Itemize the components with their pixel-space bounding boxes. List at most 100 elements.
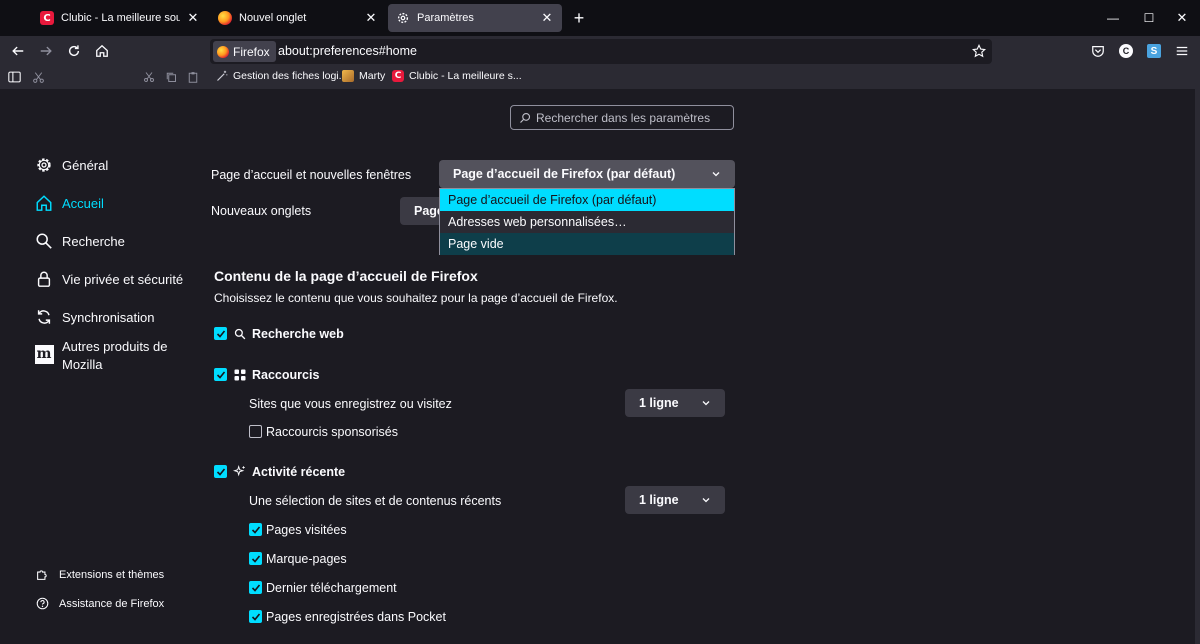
check-icon (216, 329, 225, 338)
reload-button[interactable] (64, 41, 84, 61)
last-download-checkbox[interactable] (249, 581, 262, 594)
extension-button[interactable]: C (1116, 41, 1136, 61)
identity-label: Firefox (233, 44, 270, 59)
sync-icon (34, 307, 54, 327)
tab-clubic[interactable]: C Clubic - La meilleure source d'in ✕ (32, 4, 208, 32)
check-icon (251, 612, 260, 621)
home-icon (34, 193, 54, 213)
sidebar-toggle-button[interactable] (6, 68, 22, 86)
recent-activity-checkbox[interactable] (214, 465, 227, 478)
home-button[interactable] (92, 41, 112, 61)
star-icon[interactable] (972, 44, 986, 58)
clubic-icon: C (40, 11, 54, 25)
bookmarks-checkbox[interactable] (249, 552, 262, 565)
wand-icon (217, 70, 228, 81)
shortcuts-checkbox[interactable] (214, 368, 227, 381)
sidebar-item-home[interactable]: Accueil (34, 193, 104, 213)
close-icon[interactable]: ✕ (364, 10, 378, 25)
lock-icon (34, 269, 54, 289)
settings-search-input[interactable]: Rechercher dans les paramètres (510, 105, 734, 130)
shortcuts-rows-select[interactable]: 1 ligne (625, 389, 725, 417)
url-bar[interactable]: Firefox about:preferences#home (210, 39, 992, 64)
extension-s-button[interactable]: S (1144, 41, 1164, 61)
sponsored-shortcuts-label: Raccourcis sponsorisés (266, 425, 398, 439)
pocket-pages-checkbox[interactable] (249, 610, 262, 623)
last-download-label: Dernier téléchargement (266, 581, 397, 595)
visited-pages-checkbox[interactable] (249, 523, 262, 536)
tab-label: Nouvel onglet (239, 12, 307, 24)
sidebar-item-mozilla-products[interactable]: m Autres produits de Mozilla (34, 338, 168, 374)
section-description: Choisissez le contenu que vous souhaitez… (214, 291, 618, 305)
paste-icon (188, 72, 198, 83)
homepage-select[interactable]: Page d’accueil de Firefox (par défaut) (439, 160, 735, 188)
check-icon (251, 554, 260, 563)
url-text[interactable]: about:preferences#home (278, 44, 417, 58)
shortcuts-rows-value: 1 ligne (639, 396, 679, 410)
reload-icon (68, 45, 80, 57)
maximize-button[interactable]: ☐ (1139, 8, 1159, 28)
recent-activity-label: Activité récente (252, 465, 346, 479)
firefox-support-link[interactable]: Assistance de Firefox (36, 597, 164, 610)
search-icon (520, 112, 531, 123)
chevron-down-icon (702, 498, 710, 503)
close-window-button[interactable]: ✕ (1172, 8, 1192, 28)
bookmark-item[interactable]: Gestion des fiches logi... (216, 70, 347, 82)
recent-rows-select[interactable]: 1 ligne (625, 486, 725, 514)
paste-button[interactable] (185, 68, 201, 86)
recent-rows-value: 1 ligne (639, 493, 679, 507)
dropdown-option[interactable]: Page vide (440, 233, 734, 255)
mozilla-icon: m (34, 344, 54, 364)
bookmark-label: Marty (359, 70, 386, 82)
dropdown-option[interactable]: Adresses web personnalisées… (440, 211, 734, 233)
shortcuts-rows-label: Sites que vous enregistrez ou visitez (249, 397, 452, 411)
sidebar-item-label: Général (62, 157, 109, 173)
dropdown-option[interactable]: Page d’accueil de Firefox (par défaut) (440, 189, 734, 211)
tab-settings[interactable]: Paramètres ✕ (388, 4, 562, 32)
tab-new-tab[interactable]: Nouvel onglet ✕ (210, 4, 386, 32)
cut-icon (144, 72, 154, 82)
web-search-label: Recherche web (252, 327, 344, 341)
puzzle-icon (37, 570, 47, 580)
bookmark-item[interactable]: Marty (342, 70, 385, 82)
hamburger-icon (1176, 46, 1188, 56)
bookmark-item[interactable]: C Clubic - La meilleure s... (392, 70, 522, 82)
close-icon[interactable]: ✕ (186, 10, 200, 25)
sidebar-item-privacy[interactable]: Vie privée et sécurité (34, 269, 183, 289)
close-icon[interactable]: ✕ (540, 10, 554, 25)
check-icon (216, 370, 225, 379)
web-search-checkbox[interactable] (214, 327, 227, 340)
new-tab-button[interactable]: + (569, 8, 589, 28)
sidebar-item-search[interactable]: Recherche (34, 231, 125, 251)
settings-search-placeholder: Rechercher dans les paramètres (536, 110, 711, 125)
tab-label: Paramètres (417, 12, 474, 24)
homepage-label: Page d’accueil et nouvelles fenêtres (211, 168, 412, 182)
firefox-icon (217, 45, 229, 58)
pocket-button[interactable] (1088, 41, 1108, 61)
recent-rows-label: Une sélection de sites et de contenus ré… (249, 494, 502, 508)
cut-button[interactable] (141, 68, 157, 86)
search-icon (233, 327, 246, 340)
sidebar-icon (7, 71, 21, 83)
extensions-themes-link[interactable]: Extensions et thèmes (36, 568, 164, 581)
bookmarks-label: Marque-pages (266, 552, 347, 566)
identity-box[interactable]: Firefox (213, 41, 276, 62)
arrow-right-icon (40, 46, 52, 56)
screenshot-button[interactable] (30, 68, 46, 86)
sponsored-shortcuts-checkbox[interactable] (249, 425, 262, 438)
copy-button[interactable] (163, 68, 179, 86)
check-icon (216, 467, 225, 476)
sidebar-item-label: Recherche (62, 233, 125, 249)
scrollbar[interactable] (1195, 89, 1200, 644)
gear-icon (396, 11, 410, 25)
app-menu-button[interactable] (1172, 41, 1192, 61)
avatar-icon (342, 70, 354, 82)
minimize-button[interactable]: — (1103, 8, 1123, 28)
sidebar-item-general[interactable]: Général (34, 155, 108, 175)
forward-button[interactable] (36, 41, 56, 61)
back-button[interactable] (8, 41, 28, 61)
check-icon (251, 525, 260, 534)
sidebar-item-sync[interactable]: Synchronisation (34, 307, 155, 327)
homepage-dropdown-menu: Page d’accueil de Firefox (par défaut) A… (439, 188, 735, 255)
section-title: Contenu de la page d’accueil de Firefox (214, 268, 478, 284)
bookmark-label: Clubic - La meilleure s... (409, 70, 522, 82)
